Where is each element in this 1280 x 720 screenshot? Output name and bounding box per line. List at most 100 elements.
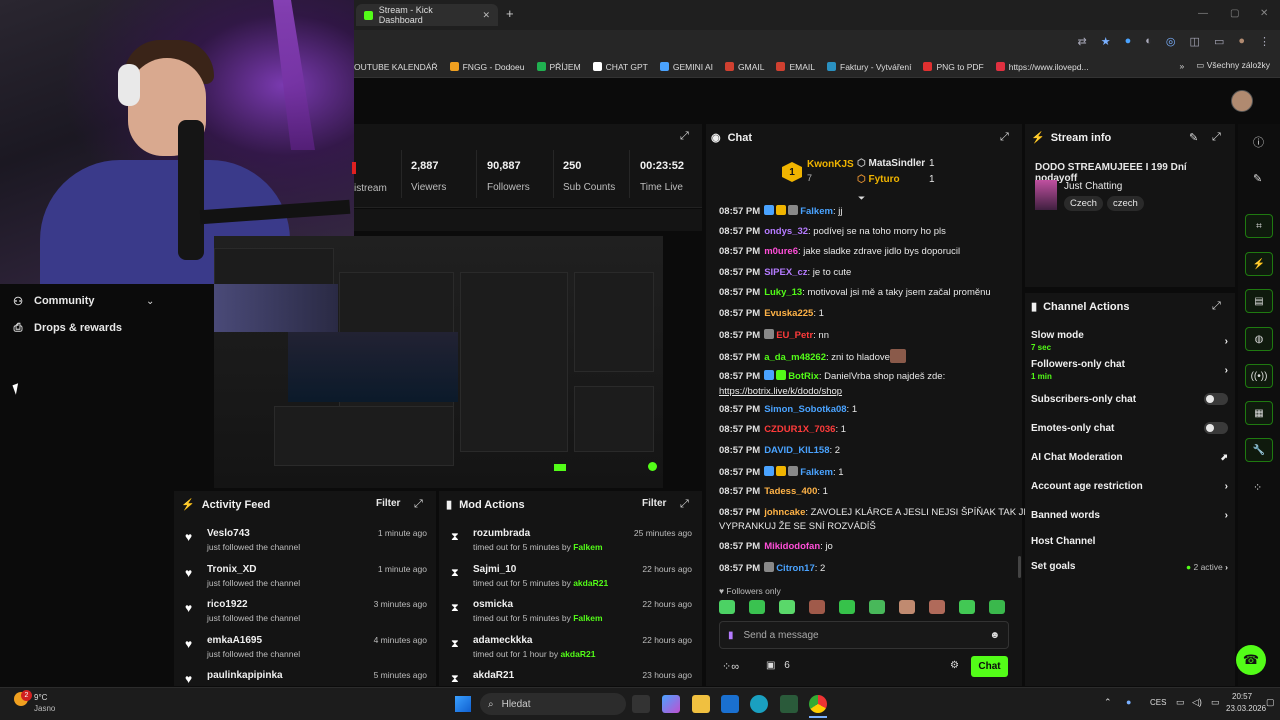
support-button[interactable]: ☎: [1236, 645, 1266, 675]
chat-username[interactable]: Citron17: [776, 563, 815, 574]
sidebar-item-community[interactable]: ⚇ Community: [12, 295, 94, 308]
bookmark-item[interactable]: FNGG - Dodoeu: [449, 62, 525, 72]
clipboard-icon[interactable]: ▤: [1245, 289, 1273, 313]
leader-name[interactable]: ⬡ MataSindler: [857, 158, 925, 169]
emote-icon[interactable]: [959, 600, 975, 614]
extension2-icon[interactable]: ◐: [1145, 35, 1152, 48]
extension3-icon[interactable]: ◎: [1166, 35, 1176, 48]
minimize-icon[interactable]: —: [1198, 8, 1208, 19]
activity-username[interactable]: rico1922: [207, 599, 364, 610]
category-name[interactable]: Just Chatting: [1064, 181, 1122, 192]
tag-chip[interactable]: Czech: [1064, 196, 1103, 211]
bookmark-item[interactable]: EMAIL: [776, 62, 815, 72]
chat-username[interactable]: EU_Petr: [776, 330, 813, 341]
gift-subs-button[interactable]: ▣ 6: [766, 660, 790, 671]
outlook-icon[interactable]: [721, 695, 739, 713]
bookmark-item[interactable]: https://www.ilovepd...: [995, 62, 1089, 72]
clip-icon[interactable]: ⌗: [1245, 214, 1273, 238]
star-icon[interactable]: ★: [1101, 35, 1111, 48]
expand-icon[interactable]: ⤢: [680, 498, 689, 511]
bolt-icon[interactable]: ⚡: [1245, 252, 1273, 276]
tab-close-icon[interactable]: ✕: [482, 10, 490, 21]
emote-icon[interactable]: [929, 600, 945, 614]
copilot-icon[interactable]: [662, 695, 680, 713]
chat-input[interactable]: ▮ Send a message ☻: [719, 621, 1009, 649]
bots-icon[interactable]: ⁘∞: [722, 660, 739, 673]
chat-username[interactable]: a_da_m48262: [764, 352, 826, 363]
app-icon[interactable]: [780, 695, 798, 713]
mic-tray-icon[interactable]: ●: [1126, 697, 1131, 707]
chat-username[interactable]: Simon_Sobotka08: [764, 404, 846, 415]
leader-name[interactable]: KwonKJS: [807, 159, 854, 170]
info-icon[interactable]: ⓘ: [1253, 134, 1264, 150]
emote-icon[interactable]: [869, 600, 885, 614]
banned-words-row[interactable]: Banned words ›: [1031, 510, 1228, 521]
maximize-icon[interactable]: ▢: [1230, 8, 1239, 19]
bookmark-item[interactable]: PNG to PDF: [923, 62, 984, 72]
mod-action-username[interactable]: Sajmi_10: [473, 564, 632, 575]
collapse-icon[interactable]: ⏷: [858, 193, 865, 204]
tag-chip[interactable]: czech: [1106, 196, 1144, 211]
extension-icon[interactable]: ●: [1125, 35, 1132, 48]
bookmark-item[interactable]: GMAIL: [725, 62, 764, 72]
expand-icon[interactable]: ⤢: [1000, 131, 1009, 144]
activity-username[interactable]: Tronix_XD: [207, 564, 368, 575]
bookmark-item[interactable]: Faktury - Vytváření: [827, 62, 911, 72]
chat-username[interactable]: Luky_13: [764, 287, 802, 298]
stream-preview[interactable]: [214, 236, 663, 488]
layers-icon[interactable]: ▦: [1245, 401, 1273, 425]
edit-icon[interactable]: ✎: [1189, 131, 1198, 144]
menu-icon[interactable]: ⋮: [1259, 35, 1270, 48]
chat-link[interactable]: https://botrix.live/k/dodo/shop: [719, 386, 842, 397]
chat-bubble-icon[interactable]: ◍: [1245, 327, 1273, 351]
activity-username[interactable]: emkaA1695: [207, 635, 364, 646]
user-avatar[interactable]: [1231, 90, 1253, 112]
chrome-icon[interactable]: [809, 695, 827, 713]
ai-moderation-row[interactable]: AI Chat Moderation ⬈: [1031, 452, 1228, 463]
chat-settings-icon[interactable]: ⚙: [950, 660, 959, 671]
mod-action-username[interactable]: akdaR21: [473, 670, 632, 681]
set-goals-row[interactable]: Set goals ● 2 active ›: [1031, 561, 1228, 572]
moderator-name[interactable]: Falkem: [573, 613, 602, 623]
language-indicator[interactable]: CES: [1150, 698, 1166, 707]
microphone-icon[interactable]: ▮: [728, 630, 734, 641]
activity-username[interactable]: paulinkapipinka: [207, 670, 364, 681]
chat-username[interactable]: CZDUR1X_7036: [764, 424, 835, 435]
taskbar-search[interactable]: ⌕ Hledat: [480, 693, 626, 715]
emote-icon[interactable]: [839, 600, 855, 614]
chat-send-button[interactable]: Chat: [971, 656, 1008, 677]
chat-scrollbar[interactable]: [1018, 556, 1021, 578]
emote-icon[interactable]: [719, 600, 735, 614]
moderator-name[interactable]: akdaR21: [560, 649, 595, 659]
chat-username[interactable]: Tadess_400: [764, 486, 817, 497]
all-bookmarks-link[interactable]: ▭ Všechny záložky: [1196, 60, 1270, 71]
chat-username[interactable]: Evuska225: [764, 308, 813, 319]
window-close-icon[interactable]: ✕: [1260, 8, 1268, 19]
sidebar-item-drops[interactable]: ⎙ Drops & rewards: [12, 322, 122, 335]
wrench-icon[interactable]: 🔧: [1245, 438, 1273, 462]
subscribers-only-toggle[interactable]: [1204, 393, 1228, 405]
emote-icon[interactable]: [899, 600, 915, 614]
expand-icon[interactable]: ⤢: [1212, 300, 1221, 313]
more-icon[interactable]: ⁘: [1253, 481, 1262, 494]
bookmark-item[interactable]: OUTUBE KALENDÁŘ: [354, 62, 438, 72]
file-explorer-icon[interactable]: [692, 695, 710, 713]
leader-name[interactable]: ⬡ Fyturo: [857, 174, 900, 185]
windows-start-icon[interactable]: [455, 696, 471, 712]
bookmark-item[interactable]: CHAT GPT: [592, 62, 648, 72]
emote-icon[interactable]: [779, 600, 795, 614]
translate-icon[interactable]: ⇄: [1078, 35, 1087, 48]
expand-icon[interactable]: ⤢: [414, 498, 423, 511]
emote-icon[interactable]: [989, 600, 1005, 614]
chat-username[interactable]: Mikidodofan: [764, 541, 820, 552]
emotes-only-toggle[interactable]: [1204, 422, 1228, 434]
account-age-row[interactable]: Account age restriction ›: [1031, 481, 1228, 492]
bookmark-item[interactable]: GEMINI AI: [659, 62, 713, 72]
new-tab-button[interactable]: +: [506, 6, 514, 21]
followers-only-row[interactable]: Followers-only chat 1 min ›: [1031, 359, 1228, 381]
emote-icon[interactable]: [809, 600, 825, 614]
browser-tab[interactable]: Stream - Kick Dashboard ✕: [356, 4, 498, 26]
mod-action-username[interactable]: adameckkka: [473, 635, 632, 646]
chat-username[interactable]: Falkem: [800, 206, 833, 217]
chat-username[interactable]: SIPEX_cz: [764, 267, 807, 278]
